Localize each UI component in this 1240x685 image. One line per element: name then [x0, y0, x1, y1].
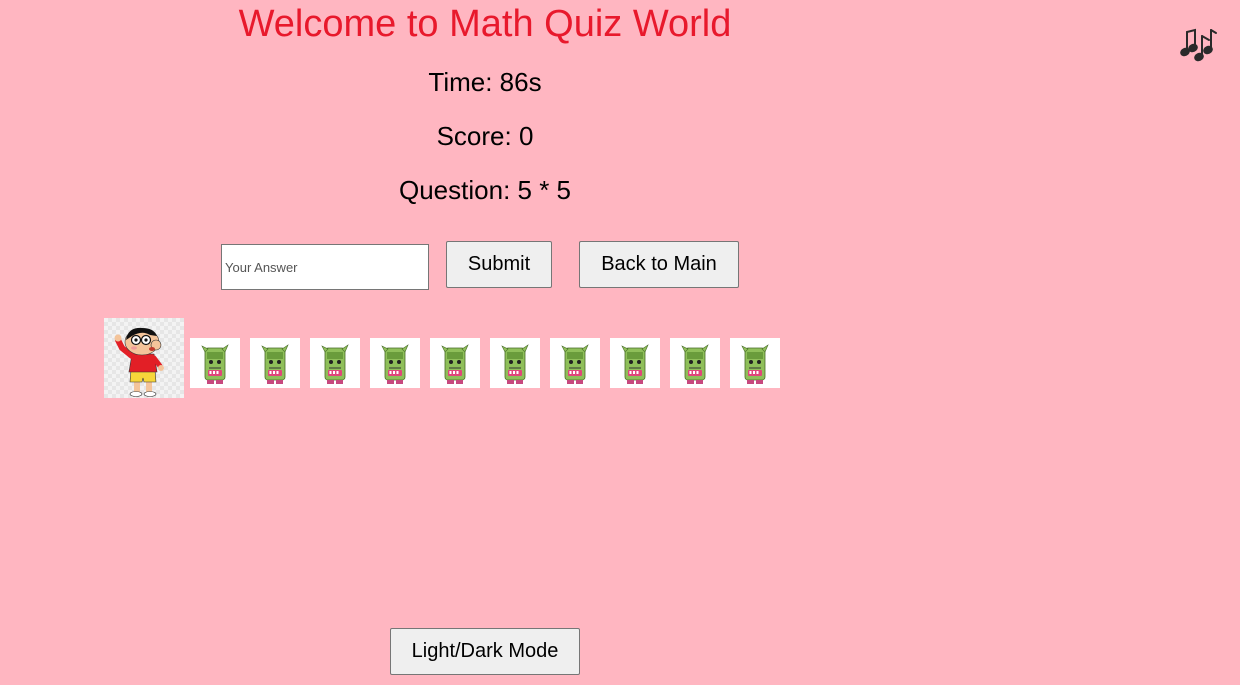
- zombie-can-icon: [550, 338, 600, 388]
- zombie-can-icon: [490, 338, 540, 388]
- character-avatar: [104, 318, 184, 398]
- zombie-can-icon: [250, 338, 300, 388]
- music-notes-icon[interactable]: [1178, 24, 1218, 66]
- zombie-can-icon: [430, 338, 480, 388]
- back-to-main-button[interactable]: Back to Main: [579, 241, 739, 288]
- submit-button[interactable]: Submit: [446, 241, 552, 288]
- light-dark-mode-button[interactable]: Light/Dark Mode: [390, 628, 580, 675]
- zombie-can-icon: [370, 338, 420, 388]
- zombie-can-icon: [730, 338, 780, 388]
- zombie-can-icon: [610, 338, 660, 388]
- zombie-can-icon: [190, 338, 240, 388]
- question-text: Question: 5 * 5: [399, 175, 571, 205]
- score-text: Score: 0: [436, 121, 534, 151]
- page-title: Welcome to Math Quiz World: [238, 3, 732, 45]
- zombie-can-icon: [670, 338, 720, 388]
- timer-text: Time: 86s: [428, 67, 542, 97]
- answer-input[interactable]: [221, 244, 429, 290]
- zombie-can-icon: [310, 338, 360, 388]
